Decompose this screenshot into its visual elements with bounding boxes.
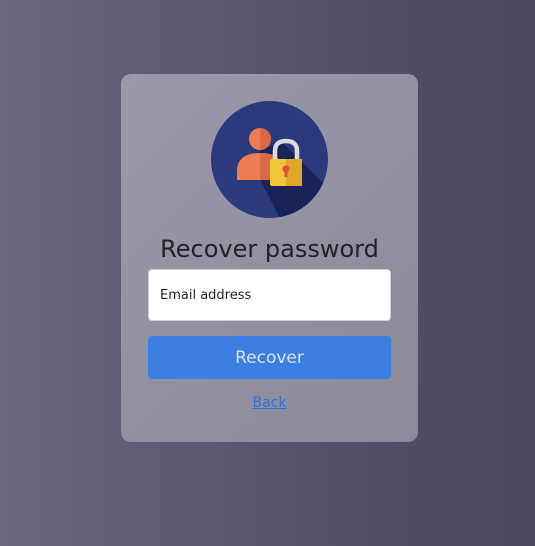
page-title: Recover password xyxy=(160,235,379,263)
back-link-container: Back xyxy=(121,395,418,411)
recover-password-card: Recover password Recover Back xyxy=(121,74,418,442)
email-field[interactable] xyxy=(148,269,391,321)
user-lock-icon xyxy=(211,101,328,218)
recover-button[interactable]: Recover xyxy=(148,336,391,379)
back-link[interactable]: Back xyxy=(253,395,287,411)
